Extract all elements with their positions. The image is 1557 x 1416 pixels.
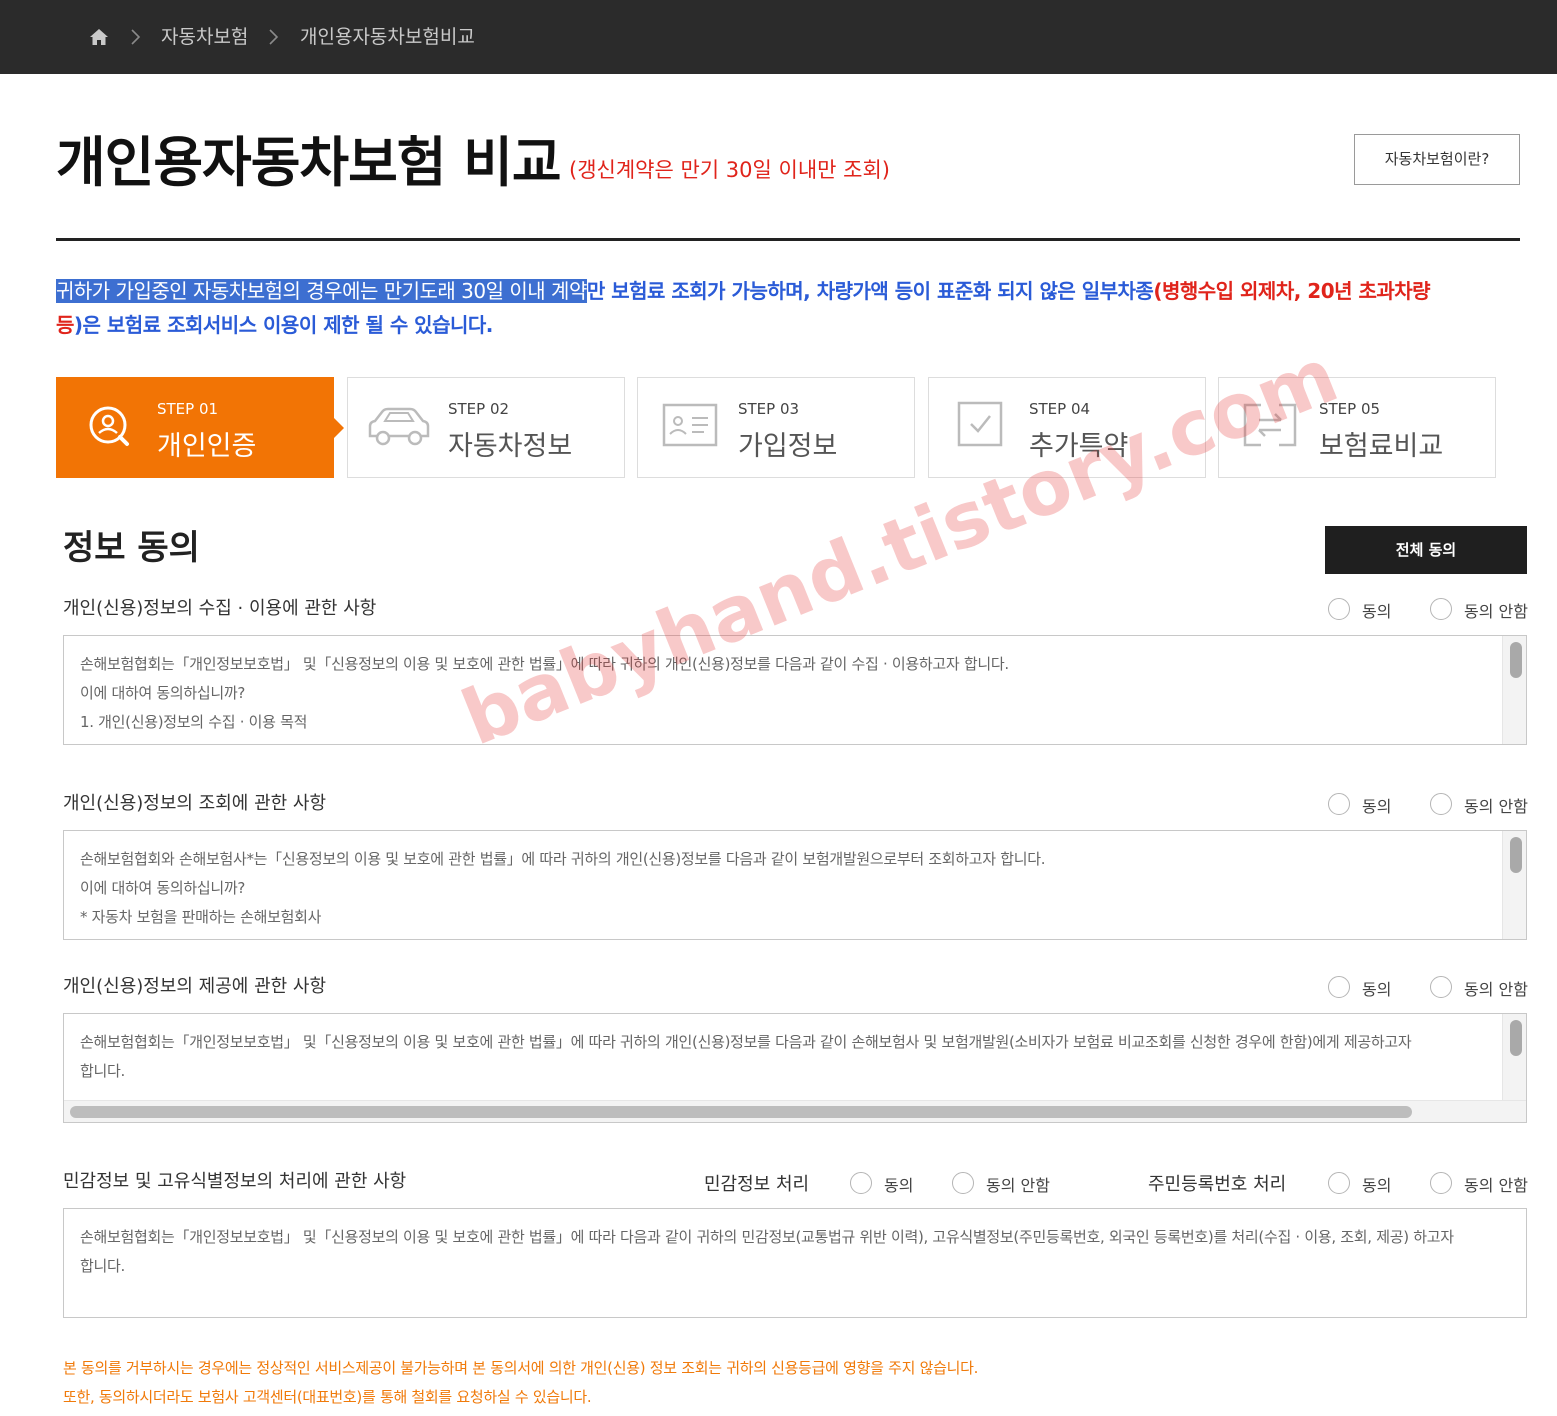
- disagree-label: 동의 안함: [1464, 980, 1528, 999]
- collection-disagree-radio[interactable]: [1430, 598, 1452, 620]
- id-card-icon: [662, 403, 718, 447]
- terms-line: 1. 개인(신용)정보의 수집 · 이용 목적: [80, 713, 308, 731]
- step-name: 보험료비교: [1319, 431, 1444, 462]
- step-name: 개인인증: [157, 431, 257, 462]
- inquiry-disagree-radio[interactable]: [1430, 793, 1452, 815]
- terms-text: 손해보험협회는「개인정보보호법」 및「신용정보의 이용 및 보호에 관한 법률」…: [80, 650, 1490, 737]
- consent-title: 정보 동의: [63, 528, 200, 568]
- step-name: 가입정보: [738, 431, 838, 462]
- horizontal-scrollbar-thumb[interactable]: [70, 1106, 1412, 1118]
- collection-terms-box[interactable]: 손해보험협회는「개인정보보호법」 및「신용정보의 이용 및 보호에 관한 법률」…: [63, 635, 1527, 745]
- terms-text: 손해보험협회는「개인정보보호법」 및「신용정보의 이용 및 보호에 관한 법률」…: [80, 1223, 1510, 1281]
- scrollbar-track[interactable]: [1502, 1014, 1526, 1100]
- breadcrumb-item-compare[interactable]: 개인용자동차보험비교: [300, 0, 475, 74]
- disagree-label: 동의 안함: [986, 1176, 1050, 1195]
- step-additional-terms[interactable]: STEP 04 추가특약: [928, 377, 1206, 478]
- scrollbar-track[interactable]: [1502, 636, 1526, 744]
- notice-red1: (병행수입 외제차, 20년 초과차량: [1153, 279, 1431, 303]
- step-name: 추가특약: [1029, 431, 1129, 462]
- step-number: STEP 02: [448, 400, 510, 418]
- refusal-notice: 본 동의를 거부하시는 경우에는 정상적인 서비스제공이 불가능하며 본 동의서…: [63, 1359, 979, 1377]
- step-number: STEP 01: [157, 400, 219, 418]
- scrollbar-thumb[interactable]: [1510, 837, 1522, 873]
- terms-line: 손해보험협회는「개인정보보호법」 및「신용정보의 이용 및 보호에 관한 법률」…: [80, 655, 1009, 673]
- disagree-label: 동의 안함: [1464, 1176, 1528, 1195]
- rrn-disagree-radio[interactable]: [1430, 1172, 1452, 1194]
- provision-terms-box[interactable]: 손해보험협회는「개인정보보호법」 및「신용정보의 이용 및 보호에 관한 법률」…: [63, 1013, 1527, 1123]
- inquiry-consent-label: 개인(신용)정보의 조회에 관한 사항: [63, 793, 327, 814]
- step-premium-compare[interactable]: STEP 05 보험료비교: [1218, 377, 1496, 478]
- sensitive-processing-label: 민감정보 처리: [704, 1174, 810, 1195]
- step-name: 자동차정보: [448, 431, 573, 462]
- collection-consent-label: 개인(신용)정보의 수집 · 이용에 관한 사항: [63, 598, 377, 619]
- what-is-car-insurance-button[interactable]: 자동차보험이란?: [1354, 134, 1520, 185]
- scrollbar-track[interactable]: [1502, 831, 1526, 939]
- terms-text: 손해보험협회는「개인정보보호법」 및「신용정보의 이용 및 보호에 관한 법률」…: [80, 1028, 1480, 1086]
- terms-line: * 자동차 보험을 판매하는 손해보험회사: [80, 908, 322, 926]
- chevron-right-icon: [131, 29, 141, 45]
- page-title: 개인용자동차보험 비교: [56, 131, 562, 194]
- agree-all-button[interactable]: 전체 동의: [1325, 526, 1527, 574]
- terms-line: 손해보험협회는「개인정보보호법」 및「신용정보의 이용 및 보호에 관한 법률」…: [80, 1033, 1412, 1051]
- notice-part2: )은 보험료 조회서비스 이용이 제한 될 수 있습니다.: [73, 313, 493, 337]
- sensitive-consent-label: 민감정보 및 고유식별정보의 처리에 관한 사항: [63, 1171, 407, 1192]
- step-car-info[interactable]: STEP 02 자동차정보: [347, 377, 625, 478]
- agree-label: 동의: [1362, 602, 1392, 621]
- rrn-agree-radio[interactable]: [1328, 1172, 1350, 1194]
- disagree-label: 동의 안함: [1464, 602, 1528, 621]
- car-icon: [368, 407, 430, 446]
- scrollbar-thumb[interactable]: [1510, 1020, 1522, 1056]
- notice-red2: 등: [56, 313, 74, 337]
- breadcrumb-bar: 자동차보험 개인용자동차보험비교: [0, 0, 1557, 74]
- terms-line: 손해보험협회와 손해보험사*는「신용정보의 이용 및 보호에 관한 법률」에 따…: [80, 850, 1046, 868]
- inquiry-terms-box[interactable]: 손해보험협회와 손해보험사*는「신용정보의 이용 및 보호에 관한 법률」에 따…: [63, 830, 1527, 940]
- provision-disagree-radio[interactable]: [1430, 976, 1452, 998]
- sensitive-agree-radio[interactable]: [850, 1172, 872, 1194]
- sensitive-terms-box[interactable]: 손해보험협회는「개인정보보호법」 및「신용정보의 이용 및 보호에 관한 법률」…: [63, 1208, 1527, 1318]
- sensitive-disagree-radio[interactable]: [952, 1172, 974, 1194]
- notice-text: 귀하가 가입중인 자동차보험의 경우에는 만기도래 30일 이내 계약만 보험료…: [56, 274, 1520, 342]
- rrn-processing-label: 주민등록번호 처리: [1148, 1174, 1287, 1195]
- notice-highlighted: 귀하가 가입중인 자동차보험의 경우에는 만기도래 30일 이내 계약: [56, 279, 587, 303]
- compare-icon: [1243, 403, 1297, 447]
- step-personal-auth[interactable]: STEP 01 개인인증: [56, 377, 344, 478]
- notice-part1: 만 보험료 조회가 가능하며, 차량가액 등이 표준화 되지 않은 일부차종: [586, 279, 1154, 303]
- home-icon[interactable]: [89, 27, 109, 47]
- withdrawal-notice: 또한, 동의하시더라도 보험사 고객센터(대표번호)를 통해 철회를 요청하실 …: [63, 1388, 592, 1406]
- disagree-label: 동의 안함: [1464, 797, 1528, 816]
- terms-line: 손해보험협회는「개인정보보호법」 및「신용정보의 이용 및 보호에 관한 법률」…: [80, 1228, 1454, 1246]
- chevron-right-icon: [269, 29, 279, 45]
- inquiry-agree-radio[interactable]: [1328, 793, 1350, 815]
- breadcrumb-item-car-insurance[interactable]: 자동차보험: [161, 0, 248, 74]
- agree-label: 동의: [1362, 980, 1392, 999]
- horizontal-scrollbar-track[interactable]: [64, 1100, 1526, 1122]
- terms-text: 손해보험협회와 손해보험사*는「신용정보의 이용 및 보호에 관한 법률」에 따…: [80, 845, 1490, 932]
- step-number: STEP 04: [1029, 400, 1091, 418]
- step-number: STEP 05: [1319, 400, 1381, 418]
- terms-line: 합니다.: [80, 1062, 125, 1080]
- agree-label: 동의: [1362, 797, 1392, 816]
- user-search-icon: [89, 406, 129, 446]
- collection-agree-radio[interactable]: [1328, 598, 1350, 620]
- terms-line: 이에 대하여 동의하십니까?: [80, 879, 246, 897]
- agree-label: 동의: [884, 1176, 914, 1195]
- page-subtitle: (갱신계약은 만기 30일 이내만 조회): [569, 158, 890, 182]
- provision-consent-label: 개인(신용)정보의 제공에 관한 사항: [63, 976, 327, 997]
- step-subscription-info[interactable]: STEP 03 가입정보: [637, 377, 915, 478]
- checkbox-icon: [957, 401, 1003, 447]
- agree-label: 동의: [1362, 1176, 1392, 1195]
- scrollbar-thumb[interactable]: [1510, 642, 1522, 678]
- title-divider: [56, 238, 1520, 241]
- step-number: STEP 03: [738, 400, 800, 418]
- terms-line: 이에 대하여 동의하십니까?: [80, 684, 246, 702]
- provision-agree-radio[interactable]: [1328, 976, 1350, 998]
- terms-line: 합니다.: [80, 1257, 125, 1275]
